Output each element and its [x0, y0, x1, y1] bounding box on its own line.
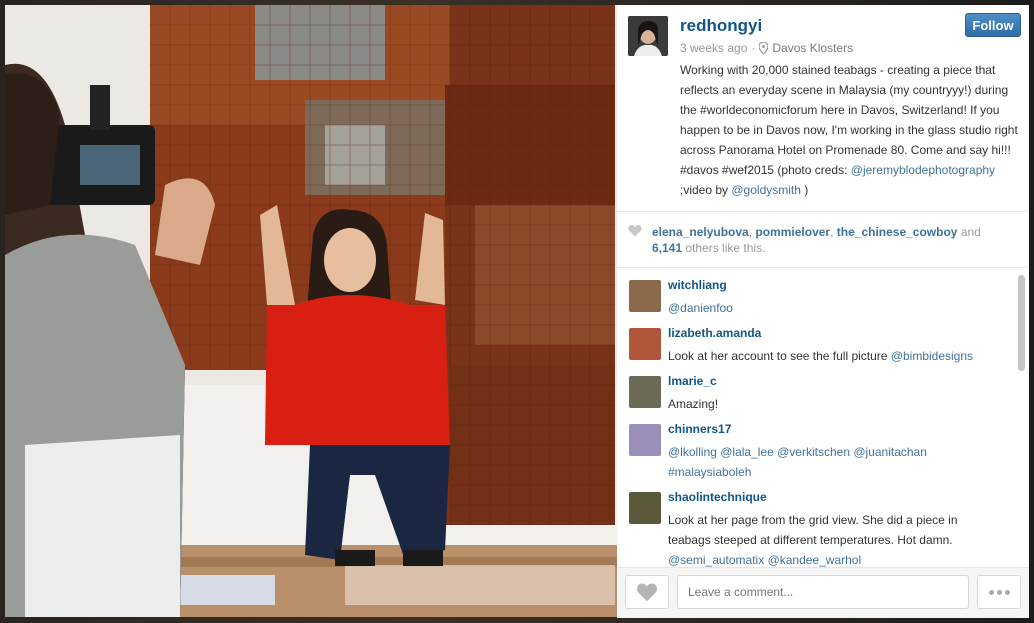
comment-username[interactable]: witchliang — [668, 278, 727, 292]
caption-mention-link[interactable]: @jeremyblodephotography — [851, 163, 995, 177]
comment-avatar[interactable] — [629, 376, 661, 408]
comment-text: @danienfoo — [668, 298, 998, 318]
like-button[interactable] — [625, 575, 669, 609]
comment-avatar[interactable] — [629, 328, 661, 360]
comment-username[interactable]: lmarie_c — [668, 374, 717, 388]
likes-and: and — [957, 225, 981, 239]
more-dots-icon — [988, 589, 994, 595]
more-dots-icon — [996, 589, 1002, 595]
comment-avatar[interactable] — [629, 492, 661, 524]
caption-text: Working with 20,000 stained teabags - cr… — [680, 63, 1018, 177]
more-options-button[interactable] — [977, 575, 1021, 609]
location-pin-icon — [759, 42, 769, 54]
post-caption: Working with 20,000 stained teabags - cr… — [680, 60, 1020, 200]
post-username[interactable]: redhongyi — [680, 16, 762, 36]
post-meta: 3 weeks ago · Davos Klosters — [680, 41, 853, 55]
comment-text: Amazing! — [668, 397, 719, 411]
post-time[interactable]: 3 weeks ago — [680, 41, 747, 55]
likes-count[interactable]: 6,141 — [652, 241, 682, 255]
likes-section: elena_nelyubova, pommielover, the_chines… — [617, 212, 1029, 268]
comment-avatar[interactable] — [629, 280, 661, 312]
likes-suffix: others like this. — [682, 241, 766, 255]
meta-separator: · — [751, 41, 756, 55]
comment-username[interactable]: chinners17 — [668, 422, 731, 436]
caption-text: ) — [800, 183, 809, 197]
follow-button[interactable]: Follow — [965, 13, 1021, 37]
post-panel: redhongyi 3 weeks ago · Davos Klosters F… — [617, 5, 1029, 618]
heart-icon — [636, 583, 658, 602]
comments-list[interactable]: witchliang @danienfoo lizabeth.amanda Lo… — [617, 268, 1029, 567]
comment-username[interactable]: lizabeth.amanda — [668, 326, 761, 340]
comment-input[interactable] — [677, 575, 969, 609]
more-dots-icon — [1004, 589, 1010, 595]
comment-avatar[interactable] — [629, 424, 661, 456]
post-photo — [5, 5, 617, 617]
comment-footer — [617, 567, 1029, 618]
liker-2[interactable]: pommielover — [755, 225, 830, 239]
comments-scrollbar[interactable] — [1017, 273, 1026, 567]
caption-mention-link[interactable]: @goldysmith — [731, 183, 801, 197]
likes-separator: , — [830, 225, 837, 239]
caption-text: ;video by — [680, 183, 732, 197]
comment-text: Look at her account to see the full pict… — [668, 349, 974, 363]
likes-text: elena_nelyubova, pommielover, the_chines… — [652, 224, 1012, 256]
comment-mention[interactable]: @danienfoo — [668, 301, 733, 315]
comment-username[interactable]: shaolintechnique — [668, 490, 767, 504]
comment-text: Look at her page from the grid view. She… — [668, 513, 958, 567]
comment-text: @lkolling @lala_lee @verkitschen @juanit… — [668, 445, 927, 479]
liker-1[interactable]: elena_nelyubova — [652, 225, 749, 239]
heart-icon — [628, 225, 642, 237]
liker-3[interactable]: the_chinese_cowboy — [837, 225, 958, 239]
post-location[interactable]: Davos Klosters — [772, 41, 853, 55]
scrollbar-thumb[interactable] — [1018, 275, 1025, 371]
post-header: redhongyi 3 weeks ago · Davos Klosters F… — [617, 5, 1029, 212]
user-avatar[interactable] — [628, 16, 668, 56]
